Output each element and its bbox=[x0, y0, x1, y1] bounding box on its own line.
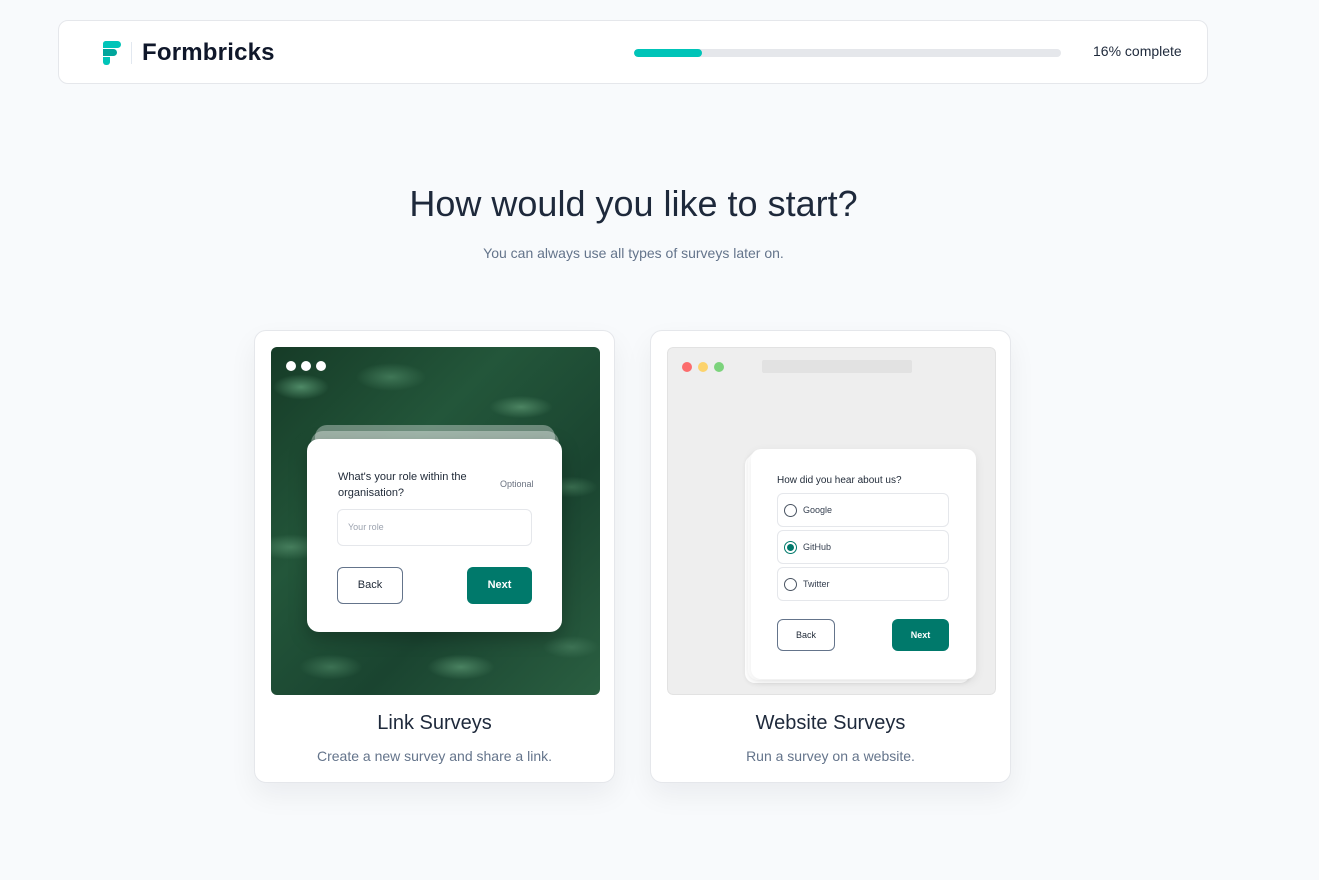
role-input: Your role bbox=[337, 509, 532, 546]
onboarding-progress-bar bbox=[634, 49, 1061, 57]
card-title: Link Surveys bbox=[377, 712, 492, 734]
optional-label: Optional bbox=[500, 479, 534, 489]
card-description: Create a new survey and share a link. bbox=[316, 748, 552, 764]
window-controls-icon bbox=[682, 362, 724, 372]
survey-preview-card: How did you hear about us? Google GitHub… bbox=[751, 449, 976, 679]
page-title: How would you like to start? bbox=[409, 183, 858, 224]
back-button: Back bbox=[777, 619, 835, 651]
next-button: Next bbox=[892, 619, 949, 651]
card-title: Website Surveys bbox=[755, 712, 906, 734]
address-bar bbox=[762, 360, 912, 373]
survey-question: What's your role within the organisation… bbox=[338, 471, 467, 499]
brand-name: Formbricks bbox=[142, 39, 275, 66]
website-surveys-card[interactable]: How did you hear about us? Google GitHub… bbox=[650, 330, 1011, 783]
next-button: Next bbox=[467, 567, 532, 604]
survey-preview-card: What's your role within the organisation… bbox=[307, 439, 562, 632]
progress-bar-fill bbox=[634, 49, 703, 57]
option-google: Google bbox=[777, 493, 949, 527]
option-twitter: Twitter bbox=[777, 567, 949, 601]
radio-icon bbox=[784, 504, 797, 517]
formbricks-logo-icon bbox=[103, 41, 121, 65]
link-surveys-card[interactable]: What's your role within the organisation… bbox=[254, 330, 615, 783]
website-survey-preview-image: How did you hear about us? Google GitHub… bbox=[667, 347, 996, 695]
link-survey-preview-image: What's your role within the organisation… bbox=[271, 347, 600, 695]
progress-label: 16% complete bbox=[1093, 43, 1182, 59]
formbricks-logo: Formbricks bbox=[103, 39, 275, 67]
logo-divider bbox=[131, 42, 132, 64]
card-description: Run a survey on a website. bbox=[746, 748, 915, 764]
top-bar: Formbricks 16% complete bbox=[58, 20, 1208, 84]
window-dots-icon bbox=[286, 361, 326, 371]
page-subtitle: You can always use all types of surveys … bbox=[483, 245, 784, 261]
option-github: GitHub bbox=[777, 530, 949, 564]
radio-icon bbox=[784, 578, 797, 591]
survey-question: How did you hear about us? bbox=[777, 475, 902, 486]
radio-checked-icon bbox=[784, 541, 797, 554]
back-button: Back bbox=[337, 567, 403, 604]
